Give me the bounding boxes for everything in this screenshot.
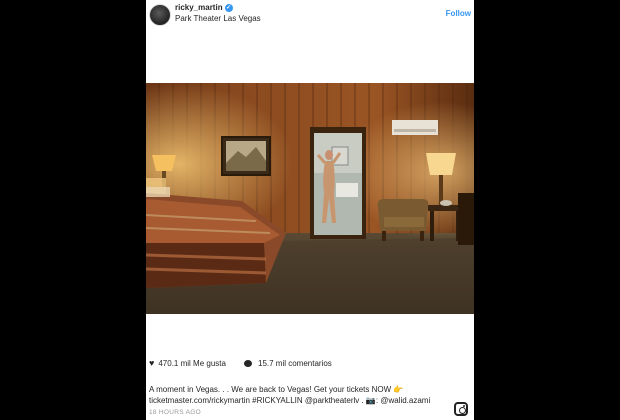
location-link[interactable]: Park Theater Las Vegas (175, 14, 261, 23)
post-header: ricky_martin ✓ Park Theater Las Vegas Fol… (146, 0, 474, 28)
instagram-icon[interactable] (454, 402, 468, 416)
username[interactable]: ricky_martin (175, 3, 223, 12)
motel-room-photo (146, 83, 474, 314)
comment-bubble-icon[interactable] (244, 360, 252, 367)
verified-badge-icon: ✓ (224, 3, 233, 12)
likes-group[interactable]: ♥ 470.1 mil Me gusta (149, 359, 226, 369)
likes-count: 470.1 mil Me gusta (158, 359, 226, 368)
post-photo[interactable] (146, 83, 474, 314)
instagram-post-card: ricky_martin ✓ Park Theater Las Vegas Fol… (146, 0, 474, 420)
post-caption: A moment in Vegas. . . We are back to Ve… (149, 385, 431, 405)
post-timestamp: 18 HOURS AGO (149, 409, 202, 416)
avatar[interactable] (149, 4, 171, 26)
comments-group[interactable]: 15.7 mil comentarios (244, 359, 332, 368)
comments-count: 15.7 mil comentarios (258, 359, 332, 368)
follow-button[interactable]: Follow (446, 9, 471, 18)
username-row[interactable]: ricky_martin ✓ (175, 3, 233, 12)
heart-icon[interactable]: ♥ (149, 359, 154, 368)
post-stats: ♥ 470.1 mil Me gusta 15.7 mil comentario… (149, 359, 469, 371)
